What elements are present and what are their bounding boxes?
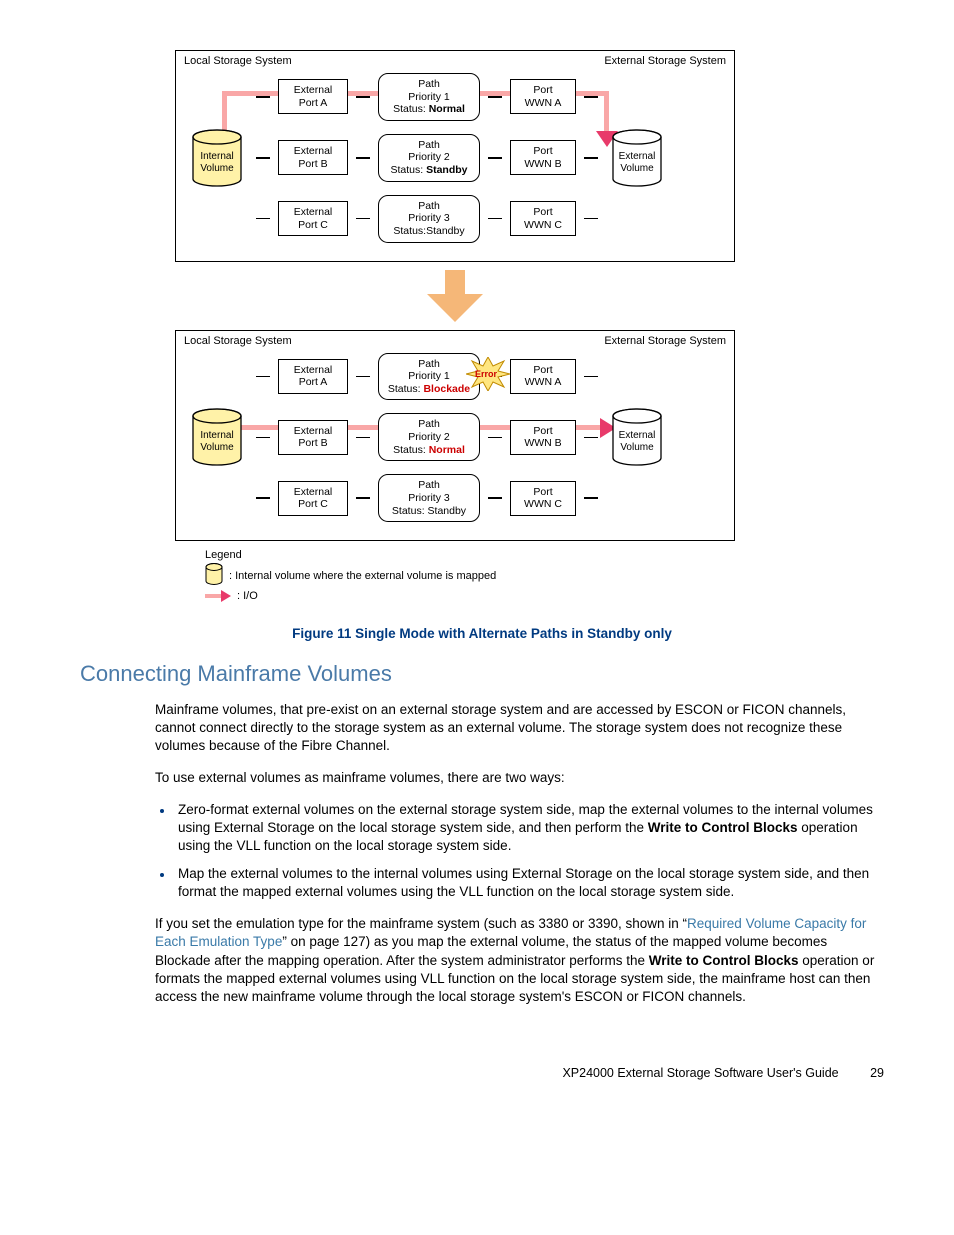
paragraph: Mainframe volumes, that pre-exist on an … — [155, 701, 884, 756]
external-port-box: ExternalPort C — [278, 201, 348, 236]
figure-caption: Figure 11 Single Mode with Alternate Pat… — [80, 626, 884, 641]
legend-io-arrow-icon — [205, 590, 231, 602]
path-box: PathPriority 1Status: Blockade — [378, 353, 480, 401]
local-system-label: Local Storage System — [184, 55, 292, 67]
wwn-port-box: PortWWN B — [510, 420, 576, 455]
list-item: Zero-format external volumes on the exte… — [174, 801, 884, 856]
svg-text:External: External — [619, 430, 656, 441]
figure-diagram: Local Storage System External Storage Sy… — [175, 50, 735, 602]
svg-text:Internal: Internal — [200, 430, 233, 441]
svg-text:Internal: Internal — [200, 151, 233, 162]
path-box: PathPriority 2Status: Normal — [378, 413, 480, 461]
path-box: PathPriority 2Status: Standby — [378, 134, 480, 182]
legend-io-text: : I/O — [237, 590, 258, 602]
local-system-label: Local Storage System — [184, 335, 292, 347]
external-port-box: ExternalPort B — [278, 140, 348, 175]
svg-text:Volume: Volume — [620, 442, 654, 453]
legend-cylinder-icon — [205, 563, 223, 588]
external-port-box: ExternalPort C — [278, 481, 348, 516]
bottom-system-block: Local Storage System External Storage Sy… — [175, 330, 735, 542]
path-box: PathPriority 3Status:Standby — [378, 195, 480, 243]
svg-text:Volume: Volume — [200, 442, 234, 453]
wwn-port-box: PortWWN B — [510, 140, 576, 175]
volume-cylinder-icon: External Volume — [611, 408, 663, 466]
paragraph: If you set the emulation type for the ma… — [155, 915, 884, 1006]
svg-text:External: External — [619, 151, 656, 162]
svg-text:Volume: Volume — [200, 163, 234, 174]
external-port-box: ExternalPort A — [278, 79, 348, 114]
wwn-port-box: PortWWN A — [510, 359, 576, 394]
volume-cylinder-icon: Internal Volume — [191, 129, 243, 187]
bullet-list: Zero-format external volumes on the exte… — [80, 801, 884, 902]
legend-volume-text: : Internal volume where the external vol… — [229, 570, 496, 582]
wwn-port-box: PortWWN C — [510, 201, 576, 236]
path-box: PathPriority 3Status: Standby — [378, 474, 480, 522]
page-number: 29 — [870, 1066, 884, 1080]
paragraph: To use external volumes as mainframe vol… — [155, 769, 884, 787]
wwn-port-box: PortWWN C — [510, 481, 576, 516]
external-system-label: External Storage System — [604, 335, 726, 347]
page-footer: XP24000 External Storage Software User's… — [80, 1066, 884, 1080]
volume-cylinder-icon: Internal Volume — [191, 408, 243, 466]
legend: Legend : Internal volume where the exter… — [205, 549, 735, 602]
section-heading: Connecting Mainframe Volumes — [80, 661, 884, 687]
path-box: PathPriority 1Status: Normal — [378, 73, 480, 121]
footer-title: XP24000 External Storage Software User's… — [562, 1066, 838, 1080]
wwn-port-box: PortWWN A — [510, 79, 576, 114]
top-system-block: Local Storage System External Storage Sy… — [175, 50, 735, 262]
external-system-label: External Storage System — [604, 55, 726, 67]
svg-text:Volume: Volume — [620, 163, 654, 174]
list-item: Map the external volumes to the internal… — [174, 865, 884, 901]
legend-title: Legend — [205, 549, 735, 561]
volume-cylinder-icon: External Volume — [611, 129, 663, 187]
error-burst-icon: Error — [472, 363, 494, 373]
external-port-box: ExternalPort B — [278, 420, 348, 455]
external-port-box: ExternalPort A — [278, 359, 348, 394]
transition-arrow-icon — [175, 270, 735, 322]
